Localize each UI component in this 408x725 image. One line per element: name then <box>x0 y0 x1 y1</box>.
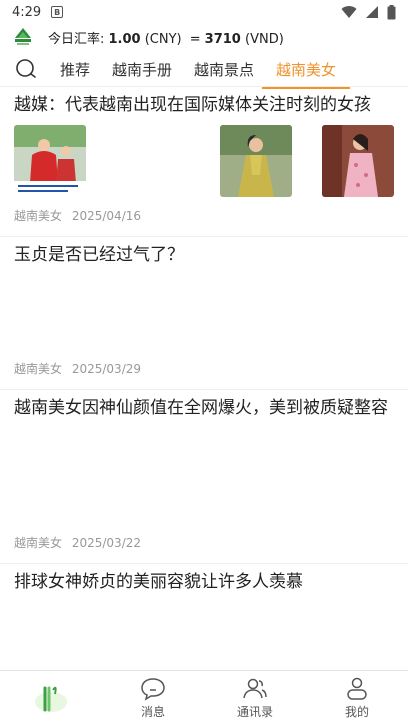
article-title: 越媒：代表越南出现在国际媒体关注时刻的女孩 <box>14 95 371 115</box>
bottom-nav: 消息 通讯录 我的 <box>0 670 408 725</box>
article-title: 越南美女因神仙颜值在全网爆火，美到被质疑整容 <box>14 398 388 418</box>
status-bar: 4:29 B <box>0 0 408 24</box>
nav-contacts-label: 通讯录 <box>236 704 273 719</box>
status-icons <box>341 4 396 20</box>
home-icon <box>35 686 67 712</box>
battery-icon <box>387 4 396 19</box>
cny-code: (CNY) <box>144 31 182 47</box>
tab-vietnam-handbook[interactable]: 越南手册 <box>112 53 172 86</box>
article-meta: 越南美女 2025/03/22 <box>14 534 141 551</box>
rate-prefix: 今日汇率: <box>48 31 109 47</box>
article-thumbnail <box>220 125 292 197</box>
article-meta: 越南美女 2025/03/29 <box>14 360 141 377</box>
vnd-code: (VND) <box>245 31 284 47</box>
exchange-rate: 今日汇率: 1.00 (CNY) = 3710 (VND) <box>48 28 284 47</box>
message-icon <box>141 677 165 701</box>
tab-vietnam-attractions[interactable]: 越南景点 <box>194 53 254 86</box>
notification-icon: B <box>51 6 64 18</box>
article-title: 排球女神娇贞的美丽容貌让许多人羡慕 <box>14 572 303 592</box>
article-date: 2025/03/29 <box>71 362 142 376</box>
tab-vietnam-beauties[interactable]: 越南美女 <box>262 53 351 89</box>
nav-messages-label: 消息 <box>140 704 165 719</box>
article-meta: 越南美女 2025/04/16 <box>14 207 141 224</box>
article-feed[interactable]: 越媒：代表越南出现在国际媒体关注时刻的女孩 越南美女 2025/04/16 玉贞… <box>0 87 408 670</box>
article-category: 越南美女 <box>14 362 63 376</box>
article-thumbnail <box>14 125 86 197</box>
category-tabs: 推荐 越南手册 越南景点 越南美女 <box>0 52 408 89</box>
wifi-icon <box>341 6 357 19</box>
nav-contacts[interactable]: 通讯录 <box>204 671 306 725</box>
article-category: 越南美女 <box>14 209 63 223</box>
article-item[interactable]: 排球女神娇贞的美丽容貌让许多人羡慕 <box>0 564 408 670</box>
nav-profile-label: 我的 <box>344 704 369 719</box>
tab-recommend[interactable]: 推荐 <box>60 53 90 86</box>
article-item[interactable]: 越媒：代表越南出现在国际媒体关注时刻的女孩 越南美女 2025/04/16 <box>0 87 408 237</box>
vnd-amount: 3710 <box>204 31 241 47</box>
nav-messages[interactable]: 消息 <box>102 671 204 725</box>
nav-profile[interactable]: 我的 <box>306 671 408 725</box>
nav-home[interactable] <box>0 671 102 725</box>
article-date: 2025/04/16 <box>71 209 142 223</box>
profile-icon <box>347 677 367 700</box>
article-title: 玉贞是否已经过气了？ <box>14 245 184 265</box>
article-item[interactable]: 越南美女因神仙颜值在全网爆火，美到被质疑整容 越南美女 2025/03/22 <box>0 390 408 564</box>
search-icon[interactable] <box>14 57 38 81</box>
rate-equals: = <box>189 31 201 47</box>
contacts-icon <box>243 678 267 698</box>
signal-icon <box>366 6 378 18</box>
app-logo-icon <box>15 28 31 45</box>
article-category: 越南美女 <box>14 536 63 550</box>
article-date: 2025/03/22 <box>71 536 142 550</box>
article-thumbnail <box>322 125 394 197</box>
article-item[interactable]: 玉贞是否已经过气了？ 越南美女 2025/03/29 <box>0 237 408 390</box>
article-thumbnails <box>14 125 394 197</box>
app-header: 今日汇率: 1.00 (CNY) = 3710 (VND) <box>0 24 408 50</box>
status-time: 4:29 <box>12 4 42 20</box>
cny-amount: 1.00 <box>108 31 141 47</box>
